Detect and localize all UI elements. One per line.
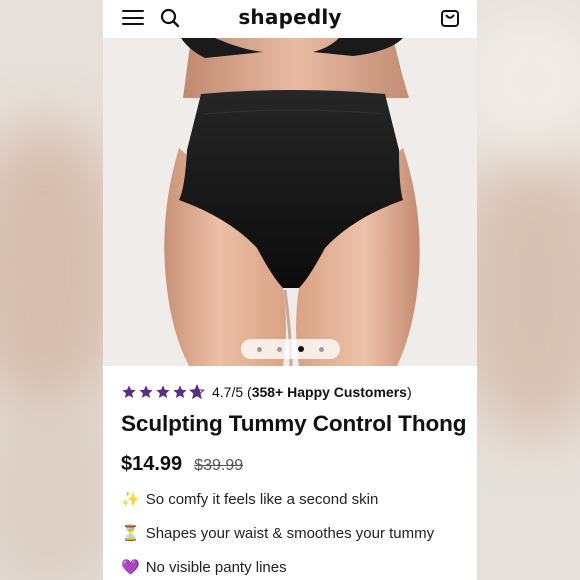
gallery-dot-1[interactable]	[256, 346, 262, 352]
star-full-icon	[156, 385, 170, 398]
hourglass-icon: ⏳	[121, 524, 140, 542]
product-image-gallery[interactable]	[103, 38, 477, 366]
benefit-item: ⏳ Shapes your waist & smoothes your tumm…	[121, 524, 434, 542]
rating-text: 4.7/5 (358+ Happy Customers)	[212, 384, 412, 400]
star-full-icon	[122, 385, 136, 398]
benefit-text: Shapes your waist & smoothes your tummy	[145, 524, 435, 542]
mobile-product-page: shapedly 4.7/5 (358+ Happy Customers) Sc…	[103, 0, 477, 580]
sparkles-icon: ✨	[121, 490, 140, 508]
sale-price: $14.99	[121, 453, 183, 475]
star-full-icon	[173, 385, 187, 398]
shopping-bag-icon[interactable]	[439, 7, 461, 29]
compare-at-price: $39.99	[194, 457, 244, 474]
gallery-dot-4[interactable]	[319, 346, 325, 352]
purple-heart-icon: 💜	[121, 558, 140, 576]
brand-logo[interactable]: shapedly	[103, 5, 477, 29]
product-info: 4.7/5 (358+ Happy Customers) Sculpting T…	[103, 366, 477, 580]
rating-score: 4.7/5	[212, 384, 244, 400]
star-partial-icon	[189, 384, 205, 400]
benefit-text: No visible panty lines	[145, 558, 287, 576]
customer-count: 358+ Happy Customers	[251, 384, 407, 400]
rating-summary[interactable]: 4.7/5 (358+ Happy Customers)	[121, 382, 412, 402]
gallery-pagination	[241, 339, 340, 359]
product-photo	[103, 38, 477, 366]
gallery-dot-3-active[interactable]	[297, 346, 304, 352]
product-title: Sculpting Tummy Control Thong	[121, 411, 467, 436]
benefit-text: So comfy it feels like a second skin	[145, 490, 379, 508]
price-row: $14.99 $39.99	[121, 453, 243, 476]
benefit-item: ✨ So comfy it feels like a second skin	[121, 490, 378, 508]
star-full-icon	[139, 385, 153, 398]
star-rating	[121, 384, 205, 400]
site-header: shapedly	[103, 0, 477, 38]
benefit-item: 💜 No visible panty lines	[121, 558, 287, 576]
gallery-dot-2[interactable]	[277, 346, 283, 352]
